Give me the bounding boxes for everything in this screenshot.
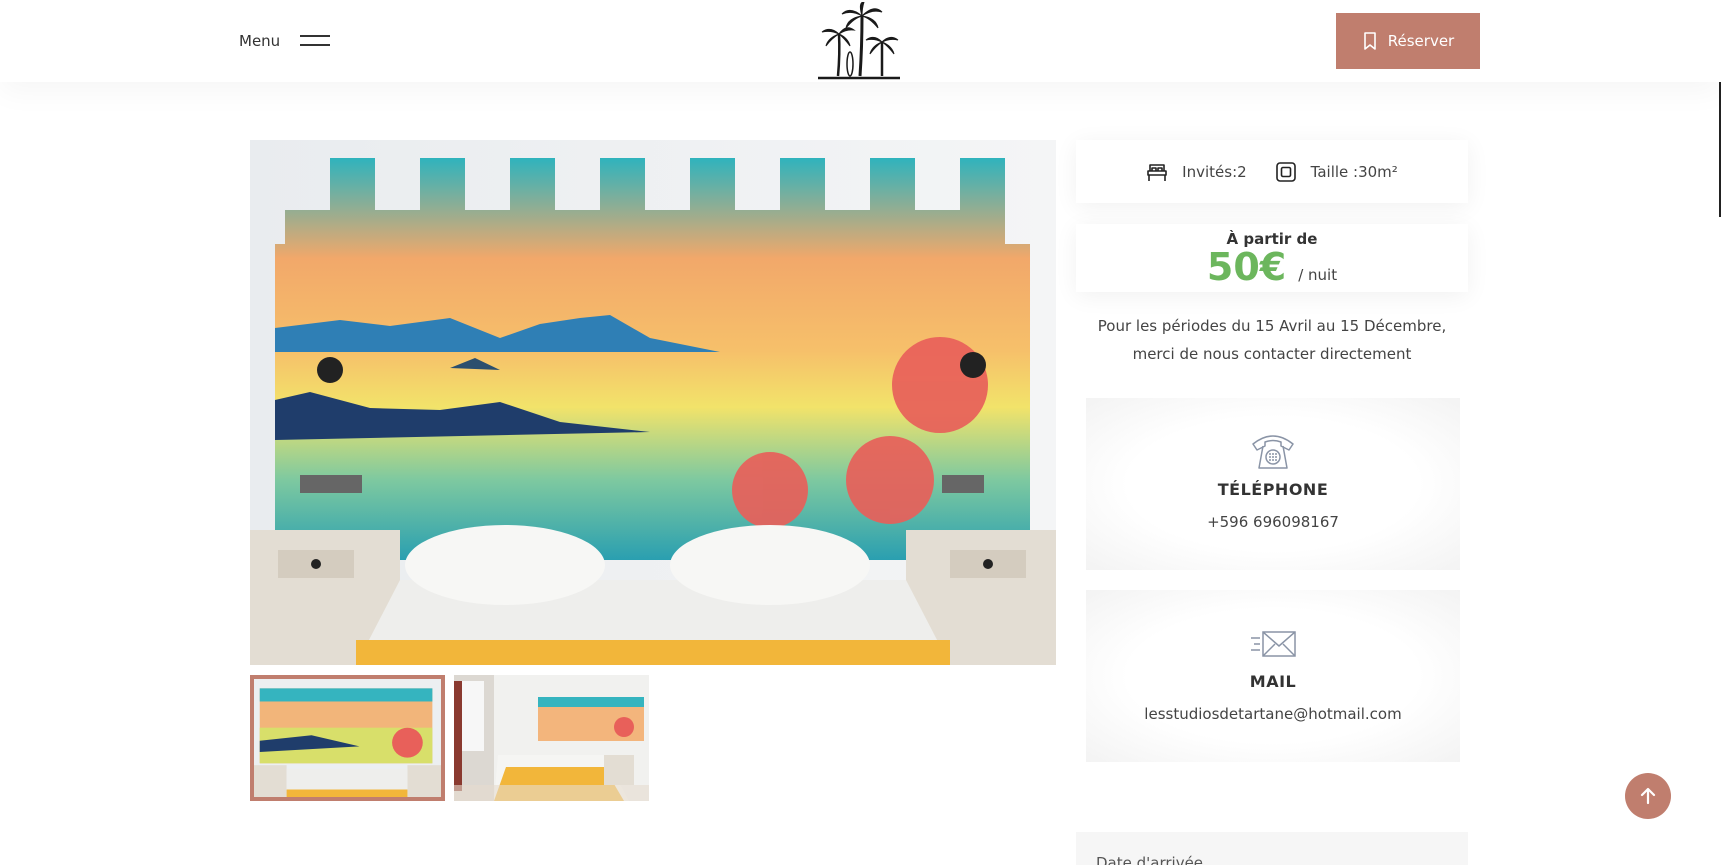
price-unit: / nuit bbox=[1298, 266, 1338, 284]
mail-title: MAIL bbox=[1249, 672, 1297, 691]
phone-contact-card[interactable]: TÉLÉPHONE +596 696098167 bbox=[1086, 398, 1460, 570]
mail-value[interactable]: lesstudiosdetartane@hotmail.com bbox=[1086, 705, 1460, 723]
square-icon bbox=[1275, 161, 1296, 182]
thumbnail-1[interactable] bbox=[250, 675, 445, 801]
size-info: Taille :30m² bbox=[1275, 161, 1398, 183]
telephone-icon bbox=[1252, 435, 1294, 469]
arrow-up-icon bbox=[1640, 787, 1656, 805]
menu-toggle[interactable]: Menu bbox=[239, 28, 331, 54]
arrival-date-label: Date d'arrivée bbox=[1096, 854, 1204, 865]
phone-title: TÉLÉPHONE bbox=[1217, 480, 1329, 499]
arrival-date-field[interactable]: Date d'arrivée bbox=[1076, 832, 1468, 865]
bookmark-icon bbox=[1363, 32, 1376, 50]
bed-icon bbox=[1147, 163, 1167, 181]
reserve-button[interactable]: Réserver bbox=[1336, 13, 1480, 69]
scroll-to-top-button[interactable] bbox=[1625, 773, 1671, 819]
hamburger-icon[interactable] bbox=[300, 35, 331, 47]
guests-value: Invités:2 bbox=[1182, 162, 1247, 181]
menu-label: Menu bbox=[239, 32, 281, 50]
period-note: Pour les périodes du 15 Avril au 15 Déce… bbox=[1097, 317, 1447, 363]
main-room-photo[interactable] bbox=[250, 140, 1056, 665]
price-row: 50€ / nuit bbox=[1076, 246, 1468, 288]
mail-contact-card[interactable]: MAIL lesstudiosdetartane@hotmail.com bbox=[1086, 590, 1460, 762]
thumbnail-2[interactable] bbox=[454, 675, 649, 801]
guests-info: Invités:2 bbox=[1146, 161, 1247, 183]
site-header: Menu Réserver bbox=[0, 0, 1721, 82]
size-value: Taille :30m² bbox=[1310, 162, 1398, 181]
phone-value[interactable]: +596 696098167 bbox=[1086, 513, 1460, 531]
palm-trees-logo[interactable] bbox=[816, 2, 902, 80]
reserve-label: Réserver bbox=[1387, 32, 1455, 50]
room-info-card: Invités:2 Taille :30m² bbox=[1076, 140, 1468, 203]
price-card: À partir de 50€ / nuit bbox=[1076, 224, 1468, 292]
envelope-icon bbox=[1251, 631, 1296, 657]
price-value: 50€ bbox=[1206, 245, 1287, 289]
